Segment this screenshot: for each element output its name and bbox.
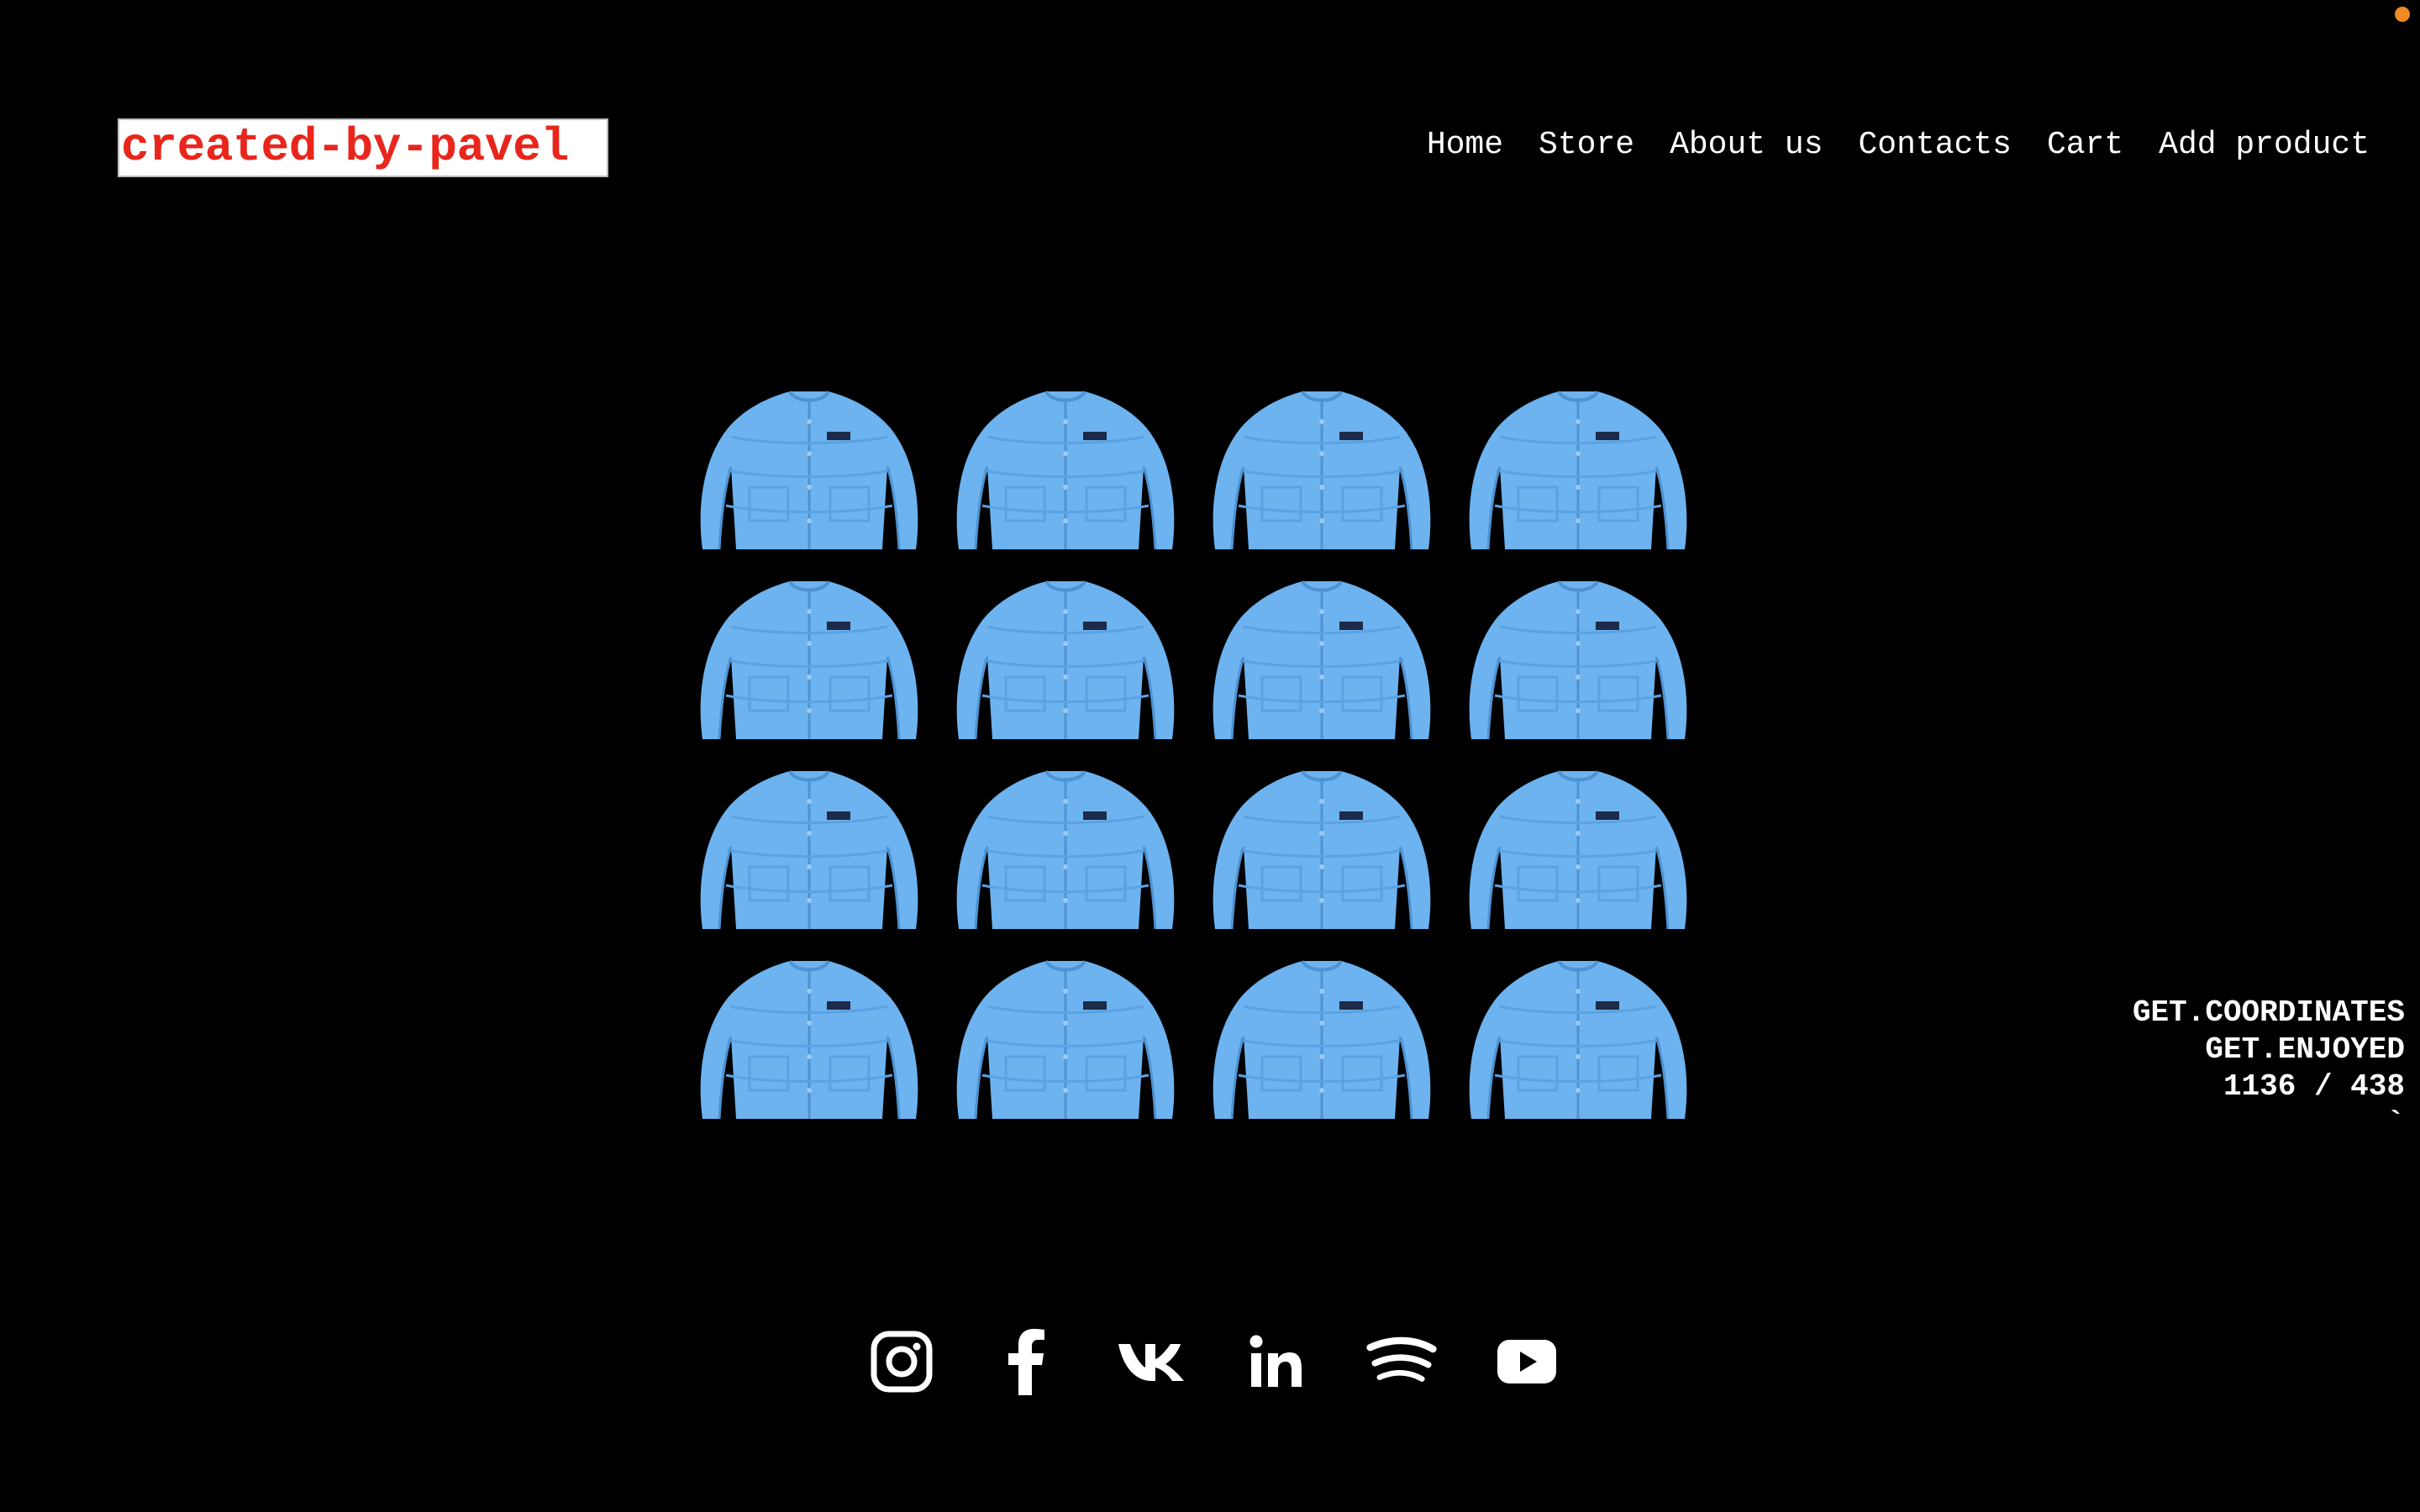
instagram-icon[interactable] (865, 1326, 938, 1398)
product-tile[interactable] (694, 576, 924, 739)
jacket-image (950, 956, 1181, 1119)
nav-contacts[interactable]: Contacts (1859, 126, 2012, 165)
jacket-image (950, 766, 1181, 929)
linkedin-icon[interactable] (1240, 1326, 1313, 1398)
coordinates-mark: ` (2386, 1106, 2405, 1141)
jacket-image (694, 766, 924, 929)
vk-icon[interactable] (1116, 1326, 1188, 1398)
enjoyed-label: GET.ENJOYED (2205, 1032, 2405, 1067)
jacket-image (1463, 576, 1693, 739)
facebook-icon[interactable] (991, 1326, 1063, 1398)
product-tile[interactable] (950, 956, 1181, 1119)
product-tile[interactable] (1463, 386, 1693, 549)
product-tile[interactable] (694, 386, 924, 549)
nav-add-product[interactable]: Add product (2159, 126, 2370, 165)
product-tile[interactable] (950, 386, 1181, 549)
product-tile[interactable] (694, 766, 924, 929)
jacket-image (950, 386, 1181, 549)
nav-cart[interactable]: Cart (2047, 126, 2123, 165)
youtube-icon[interactable] (1491, 1326, 1563, 1398)
spotify-icon[interactable] (1365, 1326, 1438, 1398)
coordinates-label: GET.COORDINATES (2132, 995, 2405, 1030)
jacket-image (694, 386, 924, 549)
product-tile[interactable] (1207, 956, 1437, 1119)
product-tile[interactable] (1463, 766, 1693, 929)
nav-about-us[interactable]: About us (1670, 126, 1823, 165)
coordinates-value: 1136 / 438 (2223, 1069, 2405, 1104)
product-gallery (694, 386, 1692, 1122)
nav-home[interactable]: Home (1427, 126, 1503, 165)
jacket-image (1207, 576, 1437, 739)
product-tile[interactable] (1207, 576, 1437, 739)
product-tile[interactable] (1463, 576, 1693, 739)
jacket-image (1207, 956, 1437, 1119)
jacket-image (950, 576, 1181, 739)
product-tile[interactable] (950, 766, 1181, 929)
nav-store[interactable]: Store (1539, 126, 1634, 165)
jacket-image (1463, 766, 1693, 929)
jacket-image (1463, 386, 1693, 549)
social-links (865, 1326, 1563, 1398)
jacket-image (1207, 766, 1437, 929)
main-nav: Home Store About us Contacts Cart Add pr… (1427, 126, 2370, 165)
product-tile[interactable] (1207, 386, 1437, 549)
jacket-image (694, 576, 924, 739)
product-tile[interactable] (1463, 956, 1693, 1119)
product-tile[interactable] (1207, 766, 1437, 929)
jacket-image (694, 956, 924, 1119)
jacket-image (1207, 386, 1437, 549)
product-tile[interactable] (694, 956, 924, 1119)
site-logo[interactable]: created-by-pavel (118, 118, 608, 177)
product-tile[interactable] (950, 576, 1181, 739)
jacket-image (1463, 956, 1693, 1119)
recording-indicator (2395, 7, 2410, 22)
coordinates-readout: GET.COORDINATES GET.ENJOYED 1136 / 438 ` (2133, 995, 2405, 1142)
